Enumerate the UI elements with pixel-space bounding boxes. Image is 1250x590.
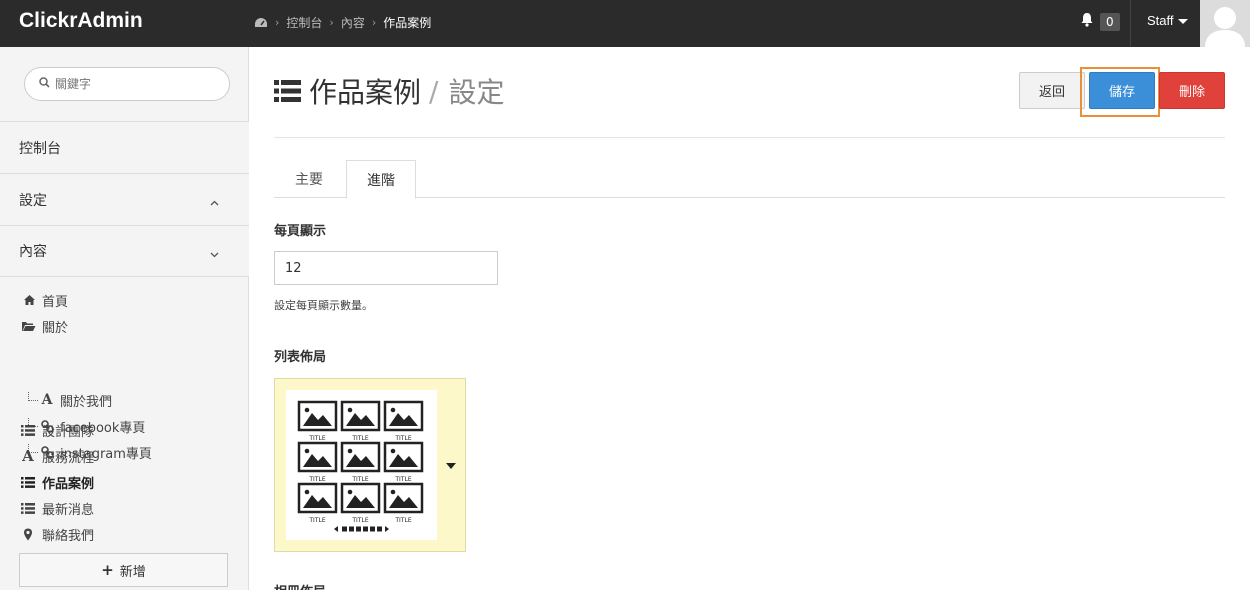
tree-item-label: 設計團隊 bbox=[42, 424, 95, 440]
pagination-preview-icon bbox=[334, 526, 389, 532]
tab-advanced[interactable]: 進階 bbox=[346, 160, 416, 199]
notifications[interactable]: 0 bbox=[1080, 12, 1120, 31]
list-icon bbox=[274, 80, 301, 102]
thumbnail-caption: TITLE bbox=[351, 435, 368, 442]
chevron-down-icon bbox=[210, 246, 219, 262]
tree-item-design-team[interactable]: 設計團隊 bbox=[20, 419, 94, 441]
thumbnail-image-icon: TITLE bbox=[297, 400, 338, 442]
title-separator: / bbox=[429, 74, 439, 108]
thumbnail-caption: TITLE bbox=[308, 435, 325, 442]
breadcrumb: › 控制台 › 內容 › 作品案例 bbox=[254, 14, 431, 31]
add-button[interactable]: + 新增 bbox=[19, 553, 228, 587]
list-icon bbox=[20, 501, 36, 515]
thumbnail-image-icon: TITLE bbox=[383, 441, 424, 483]
tree-item-label: 服務流程 bbox=[42, 450, 95, 466]
thumbnail-image-icon: TITLE bbox=[340, 482, 381, 524]
header-divider bbox=[274, 137, 1225, 138]
search-icon bbox=[39, 76, 50, 92]
save-button[interactable]: 儲存 bbox=[1089, 72, 1155, 109]
tree-item-about-us[interactable]: A 關於我們 bbox=[28, 389, 112, 411]
thumbnail-image-icon: TITLE bbox=[297, 482, 338, 524]
tree-item-portfolio[interactable]: 作品案例 bbox=[20, 471, 94, 493]
folder-open-icon bbox=[20, 319, 36, 333]
grid-thumbnail-icon: TITLE TITLE TITLE TITLE TITLE TITLE TITLE TITLE… bbox=[297, 400, 424, 532]
font-icon: A bbox=[22, 447, 34, 465]
sidebar-section-settings[interactable]: 設定 bbox=[0, 173, 249, 225]
breadcrumb-separator: › bbox=[275, 16, 280, 29]
sidebar: 控制台 設定 內容 首頁 關於 A 關於我們 facebook專頁 instag… bbox=[0, 47, 249, 590]
tree-item-label: 首頁 bbox=[42, 294, 69, 310]
font-icon: A bbox=[41, 392, 53, 408]
map-marker-icon bbox=[20, 527, 36, 541]
layout-grid-preview: TITLE TITLE TITLE TITLE TITLE TITLE TITLE TITLE… bbox=[286, 390, 437, 540]
tree-connector bbox=[28, 391, 38, 401]
add-button-label: 新增 bbox=[119, 564, 146, 580]
top-navbar: ClickrAdmin › 控制台 › 內容 › 作品案例 0 Staff bbox=[0, 0, 1250, 47]
thumbnail-caption: TITLE bbox=[351, 476, 368, 483]
thumbnail-caption: TITLE bbox=[308, 476, 325, 483]
per-page-label: 每頁顯示 bbox=[274, 224, 327, 239]
sidebar-section-label: 控制台 bbox=[19, 140, 61, 157]
breadcrumb-content[interactable]: 內容 bbox=[341, 14, 365, 31]
thumbnail-caption: TITLE bbox=[394, 435, 411, 442]
thumbnail-image-icon: TITLE bbox=[383, 400, 424, 442]
breadcrumb-separator: › bbox=[371, 16, 377, 29]
tree-item-about[interactable]: 關於 bbox=[20, 315, 68, 337]
bell-icon bbox=[1080, 12, 1094, 31]
user-label: Staff bbox=[1147, 13, 1174, 28]
list-layout-label: 列表佈局 bbox=[274, 350, 327, 365]
tree-item-label: 作品案例 bbox=[42, 476, 95, 492]
avatar[interactable] bbox=[1200, 0, 1250, 47]
breadcrumb-dashboard[interactable]: 控制台 bbox=[286, 14, 322, 31]
list-icon bbox=[20, 475, 36, 489]
tree-item-label: 聯絡我們 bbox=[42, 528, 95, 544]
thumbnail-caption: TITLE bbox=[394, 476, 411, 483]
per-page-field[interactable] bbox=[274, 251, 498, 285]
tree-item-label: 關於我們 bbox=[60, 394, 113, 410]
sidebar-section-dashboard[interactable]: 控制台 bbox=[0, 121, 249, 173]
thumbnail-image-icon: TITLE bbox=[297, 441, 338, 483]
navbar-divider bbox=[1130, 0, 1131, 47]
delete-button[interactable]: 刪除 bbox=[1159, 72, 1225, 109]
tree-item-contact[interactable]: 聯絡我們 bbox=[20, 523, 94, 545]
back-button[interactable]: 返回 bbox=[1019, 72, 1085, 109]
sidebar-section-label: 設定 bbox=[19, 192, 47, 209]
list-layout-select[interactable]: TITLE TITLE TITLE TITLE TITLE TITLE TITLE TITLE… bbox=[274, 378, 466, 552]
home-icon bbox=[22, 293, 36, 307]
page-subtitle: 設定 bbox=[448, 76, 505, 109]
tree-item-service-process[interactable]: A 服務流程 bbox=[20, 445, 94, 467]
breadcrumb-separator: › bbox=[329, 16, 334, 29]
tab-main[interactable]: 主要 bbox=[274, 160, 344, 198]
page-title: 作品案例 / 設定 bbox=[274, 71, 504, 111]
thumbnail-caption: TITLE bbox=[308, 517, 325, 524]
tree-item-label: 關於 bbox=[42, 320, 69, 336]
caret-down-icon bbox=[446, 463, 456, 469]
dashboard-icon[interactable] bbox=[254, 17, 268, 29]
chevron-up-icon bbox=[210, 194, 219, 210]
settings-tabs: 主要 進階 bbox=[274, 160, 1225, 199]
search-input[interactable] bbox=[55, 77, 215, 91]
tree-item-news[interactable]: 最新消息 bbox=[20, 497, 94, 519]
per-page-input[interactable] bbox=[275, 252, 497, 284]
tree-item-label: 最新消息 bbox=[42, 502, 95, 518]
list-icon bbox=[20, 423, 36, 437]
tree-item-home[interactable]: 首頁 bbox=[22, 289, 68, 311]
thumbnail-caption: TITLE bbox=[394, 517, 411, 524]
thumbnail-image-icon: TITLE bbox=[340, 400, 381, 442]
thumbnail-image-icon: TITLE bbox=[383, 482, 424, 524]
caret-down-icon bbox=[1177, 19, 1188, 25]
plus-icon: + bbox=[101, 561, 114, 579]
sidebar-section-content[interactable]: 內容 bbox=[0, 225, 249, 277]
sidebar-section-label: 內容 bbox=[19, 244, 47, 260]
album-layout-label: 相冊佈局 bbox=[274, 581, 326, 590]
user-menu[interactable]: Staff bbox=[1147, 13, 1188, 28]
breadcrumb-current: 作品案例 bbox=[383, 16, 432, 30]
thumbnail-caption: TITLE bbox=[351, 517, 368, 524]
thumbnail-image-icon: TITLE bbox=[340, 441, 381, 483]
per-page-help: 設定每頁顯示數量。 bbox=[274, 299, 373, 312]
page-title-text: 作品案例 bbox=[309, 76, 422, 109]
search-box[interactable] bbox=[24, 67, 230, 101]
notification-count-badge: 0 bbox=[1100, 12, 1120, 31]
brand-logo[interactable]: ClickrAdmin bbox=[19, 9, 143, 33]
